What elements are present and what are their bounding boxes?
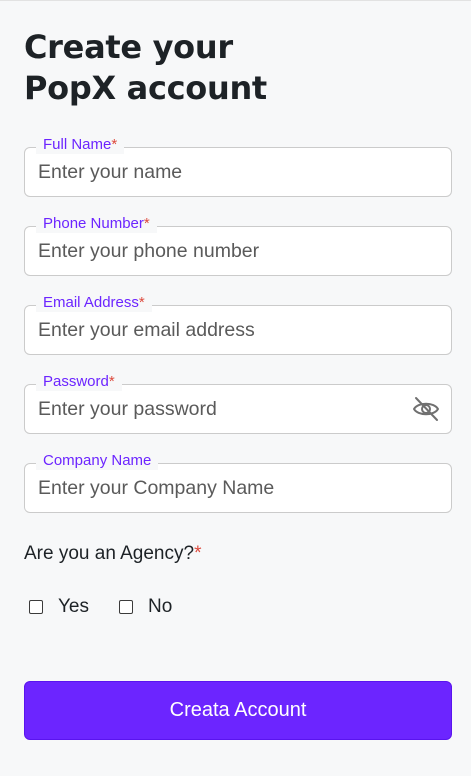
email-address-field: Email Address* [24, 294, 452, 355]
full-name-field: Full Name* [24, 136, 452, 197]
phone-number-label-text: Phone Number [43, 215, 144, 232]
full-name-label: Full Name* [36, 136, 125, 154]
full-name-input[interactable] [25, 148, 405, 196]
full-name-label-text: Full Name [43, 136, 112, 153]
company-name-label-text: Company Name [43, 452, 152, 469]
agency-no-checkbox[interactable] [119, 600, 133, 614]
required-mark: * [138, 294, 145, 311]
required-mark: * [108, 373, 115, 390]
eye-off-icon[interactable] [412, 396, 440, 422]
company-name-label: Company Name [36, 452, 159, 470]
required-mark: * [143, 215, 150, 232]
password-label: Password* [36, 373, 122, 391]
agency-question-text: Are you an Agency? [24, 543, 195, 564]
email-address-label: Email Address* [36, 294, 152, 312]
email-address-label-text: Email Address [43, 294, 139, 311]
company-name-field: Company Name [24, 452, 452, 513]
phone-number-label: Phone Number* [36, 215, 157, 233]
required-mark: * [194, 543, 202, 564]
agency-yes-checkbox[interactable] [29, 600, 43, 614]
phone-number-input[interactable] [25, 227, 405, 275]
required-mark: * [111, 136, 118, 153]
agency-question: Are you an Agency?* [24, 542, 201, 566]
agency-yes-label: Yes [58, 596, 89, 617]
password-label-text: Password [43, 373, 109, 390]
agency-no-label: No [148, 596, 173, 617]
agency-option-no[interactable]: No [119, 595, 172, 619]
company-name-input[interactable] [25, 464, 405, 512]
password-field: Password* [24, 373, 452, 434]
create-account-button[interactable]: Creata Account [24, 681, 452, 740]
phone-number-field: Phone Number* [24, 215, 452, 276]
signup-page: Create your PopX account Full Name* Phon… [0, 0, 471, 776]
agency-option-yes[interactable]: Yes [29, 595, 89, 619]
password-input[interactable] [25, 385, 405, 433]
page-title: Create your PopX account [24, 28, 267, 107]
email-address-input[interactable] [25, 306, 405, 354]
